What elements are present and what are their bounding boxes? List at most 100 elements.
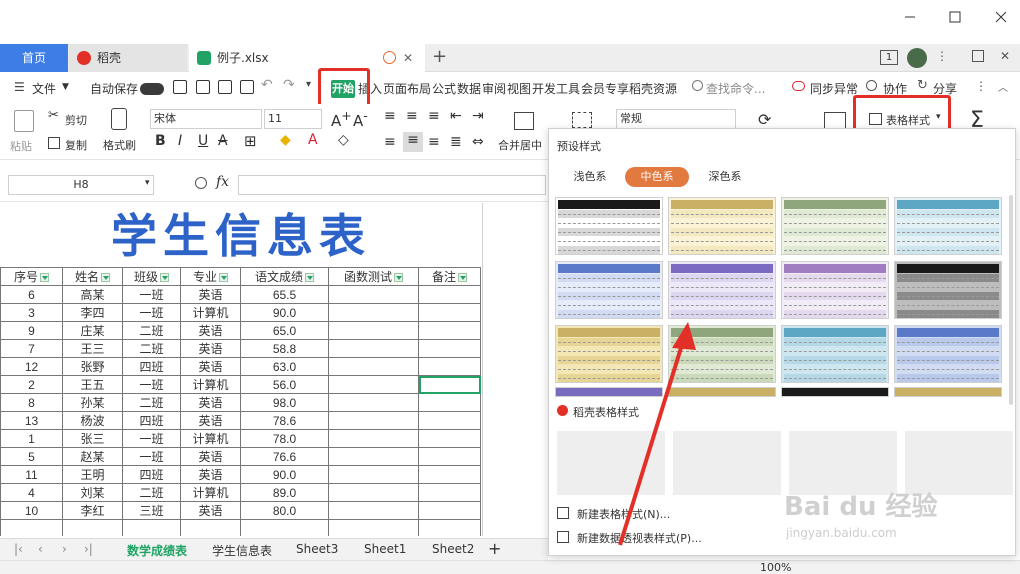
menu-data[interactable]: 数据 [457, 80, 481, 97]
panel-scrollbar[interactable] [1009, 195, 1013, 405]
table-style-swatch[interactable] [781, 325, 889, 383]
table-cell[interactable]: 2 [0, 375, 63, 394]
align-bottom-icon[interactable]: ≡ [428, 108, 440, 124]
table-cell[interactable] [328, 321, 419, 340]
table-cell[interactable] [418, 339, 481, 358]
minimize-icon[interactable] [903, 10, 917, 24]
column-header[interactable]: 序号 [0, 267, 63, 286]
align-left-icon[interactable]: ≡ [384, 134, 396, 150]
italic-icon[interactable]: I [178, 133, 182, 149]
column-header[interactable]: 语文成绩 [240, 267, 329, 286]
undo-icon[interactable]: ↶ [261, 77, 273, 93]
fill-color-icon[interactable]: ◆ [280, 132, 291, 148]
menu-review[interactable]: 审阅 [482, 80, 506, 97]
strikethrough-icon[interactable]: A [218, 133, 228, 149]
table-cell[interactable]: 计算机 [180, 303, 241, 322]
segment-dark[interactable]: 深色系 [697, 167, 753, 187]
sheet-tab-sheet3[interactable]: Sheet3 [296, 542, 338, 556]
segment-medium[interactable]: 中色系 [625, 167, 689, 187]
table-cell[interactable]: 李红 [62, 501, 123, 520]
table-cell[interactable] [328, 519, 419, 536]
table-cell[interactable] [418, 465, 481, 484]
filter-dropdown-icon[interactable] [219, 273, 228, 283]
sheet-tab-sheet2[interactable]: Sheet2 [432, 542, 474, 556]
table-cell[interactable]: 英语 [180, 447, 241, 466]
table-cell[interactable] [418, 447, 481, 466]
table-cell[interactable]: 78.6 [240, 411, 329, 430]
table-cell[interactable]: 四班 [122, 465, 181, 484]
table-cell[interactable]: 一班 [122, 285, 181, 304]
table-cell[interactable] [328, 303, 419, 322]
table-cell[interactable] [418, 393, 481, 412]
format-painter-button[interactable]: 格式刷 [103, 137, 136, 153]
menu-page-layout[interactable]: 页面布局 [383, 80, 431, 97]
table-cell[interactable] [418, 483, 481, 502]
menu-formula[interactable]: 公式 [432, 80, 456, 97]
align-center-icon[interactable]: ≡ [403, 132, 423, 152]
table-cell[interactable] [122, 519, 181, 536]
table-cell[interactable]: 张三 [62, 429, 123, 448]
table-cell[interactable]: 英语 [180, 411, 241, 430]
print-icon[interactable] [218, 80, 232, 94]
column-header[interactable]: 函数测试 [328, 267, 419, 286]
align-right-icon[interactable]: ≡ [428, 134, 440, 150]
table-style-swatch[interactable] [781, 197, 889, 255]
formula-input[interactable] [238, 175, 546, 195]
distribute-icon[interactable]: ⇔ [472, 134, 484, 150]
table-style-swatch[interactable] [894, 197, 1002, 255]
menu-file[interactable]: 文件 [32, 80, 56, 97]
table-cell[interactable]: 英语 [180, 393, 241, 412]
table-style-swatch[interactable] [894, 261, 1002, 319]
table-cell[interactable]: 13 [0, 411, 63, 430]
prev-sheet-icon[interactable]: ‹ [38, 542, 43, 556]
table-cell[interactable] [328, 375, 419, 394]
zoom-formula-icon[interactable] [195, 177, 207, 189]
table-cell[interactable]: 英语 [180, 465, 241, 484]
sheet-tab-math[interactable]: 数学成绩表 [127, 542, 187, 559]
more-icon[interactable]: ⋮ [936, 49, 948, 63]
table-cell[interactable] [328, 393, 419, 412]
table-cell[interactable]: 3 [0, 303, 63, 322]
table-cell[interactable]: 四班 [122, 357, 181, 376]
redo-icon[interactable]: ↷ [283, 77, 295, 93]
menu-developer[interactable]: 开发工具 [532, 80, 580, 97]
page-indicator[interactable]: 1 [880, 50, 898, 65]
table-cell[interactable]: 98.0 [240, 393, 329, 412]
font-name-select[interactable]: 宋体 [150, 109, 262, 129]
table-cell[interactable]: 计算机 [180, 429, 241, 448]
name-box[interactable]: H8 [8, 175, 154, 195]
maximize-icon[interactable] [948, 10, 962, 24]
table-cell[interactable]: 1 [0, 429, 63, 448]
table-style-swatch[interactable] [668, 197, 776, 255]
filter-dropdown-icon[interactable] [458, 273, 467, 283]
underline-icon[interactable]: U [198, 133, 208, 149]
table-cell[interactable]: 计算机 [180, 375, 241, 394]
table-cell[interactable]: 6 [0, 285, 63, 304]
paste-icon[interactable] [14, 110, 34, 132]
table-style-swatch[interactable] [894, 387, 1002, 397]
new-tab-icon[interactable]: + [432, 46, 447, 67]
align-top-icon[interactable]: ≡ [384, 108, 396, 124]
table-cell[interactable] [62, 519, 123, 536]
sync-status[interactable]: 同步异常 [810, 80, 858, 97]
last-sheet-icon[interactable]: ›| [84, 542, 93, 556]
tab-home[interactable]: 首页 [0, 44, 68, 72]
table-cell[interactable]: 65.5 [240, 285, 329, 304]
table-cell[interactable] [328, 339, 419, 358]
table-cell[interactable]: 英语 [180, 501, 241, 520]
menu-more-icon[interactable]: ⋮ [975, 79, 987, 93]
column-header[interactable]: 姓名 [62, 267, 123, 286]
restore-icon[interactable] [972, 50, 984, 62]
table-cell[interactable] [418, 357, 481, 376]
table-cell[interactable]: 张野 [62, 357, 123, 376]
font-color-icon[interactable]: A [308, 132, 318, 148]
table-cell[interactable]: 5 [0, 447, 63, 466]
convert-icon[interactable]: ⟳ [758, 110, 771, 129]
table-cell[interactable]: 一班 [122, 429, 181, 448]
table-cell[interactable]: 四班 [122, 411, 181, 430]
merge-center-button[interactable]: 合并居中 [498, 137, 542, 153]
font-size-select[interactable]: 11 [264, 109, 322, 129]
table-cell[interactable] [328, 483, 419, 502]
justify-icon[interactable]: ≣ [450, 134, 462, 150]
table-cell[interactable]: 计算机 [180, 483, 241, 502]
